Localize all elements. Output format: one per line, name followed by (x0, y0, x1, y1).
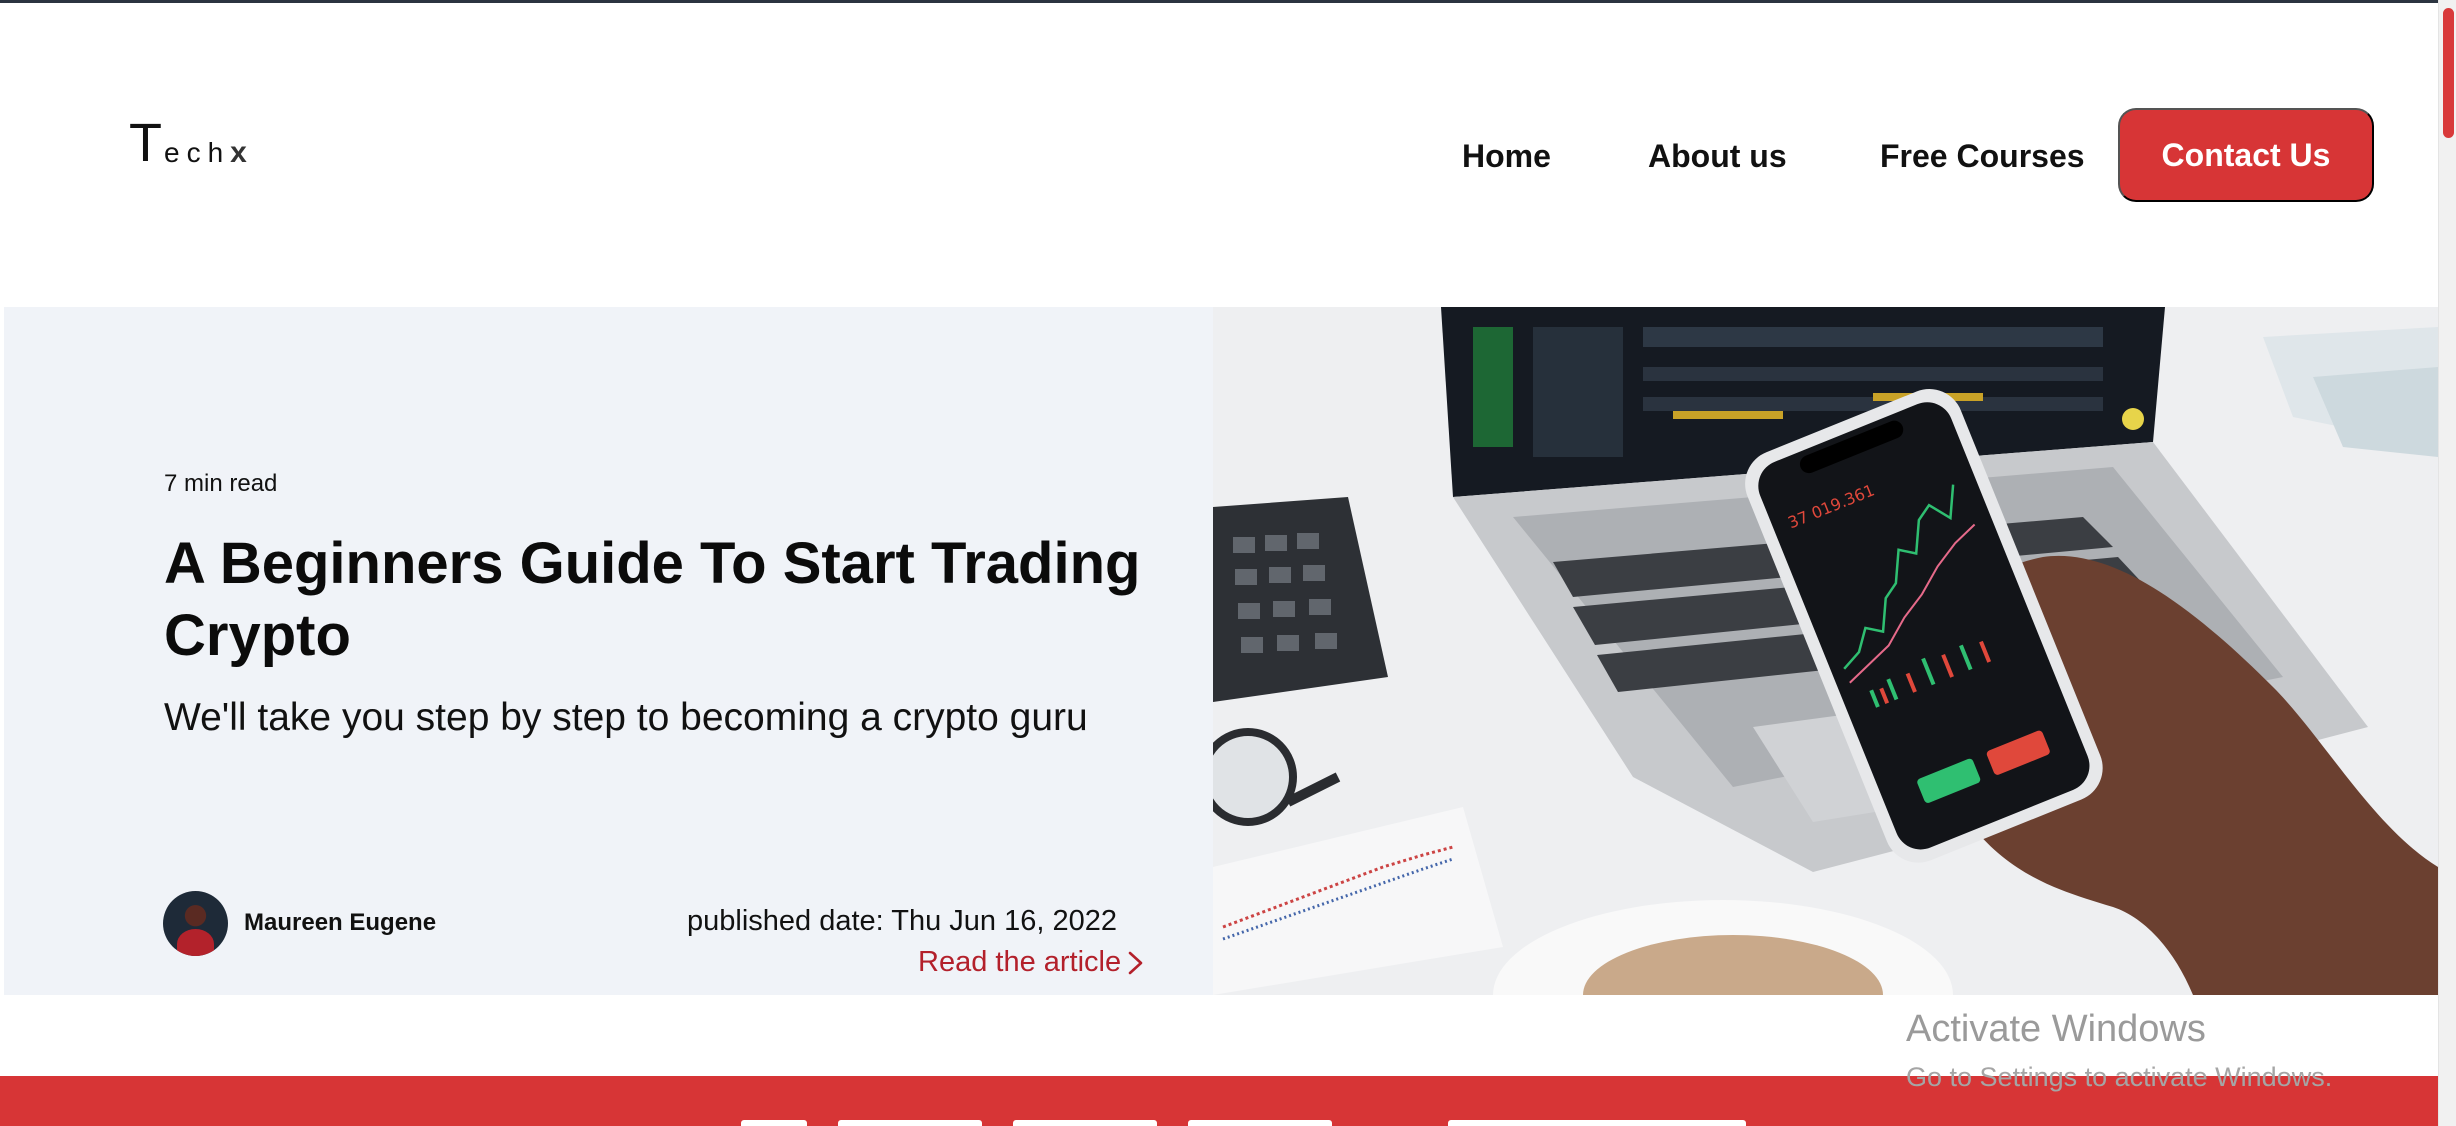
scrollbar-track[interactable] (2438, 0, 2456, 1126)
logo-initial: T (129, 113, 162, 173)
band-tab (1448, 1120, 1746, 1126)
read-article-label: Read the article (918, 946, 1122, 978)
scrollbar-thumb[interactable] (2443, 8, 2454, 138)
band-tab (1188, 1120, 1332, 1126)
contact-us-button[interactable]: Contact Us (2118, 108, 2374, 202)
nav-home[interactable]: Home (1462, 136, 1551, 176)
band-tab (741, 1120, 807, 1126)
activate-windows-title: Activate Windows (1906, 1008, 2206, 1050)
article-title: A Beginners Guide To Start Trading Crypt… (164, 531, 1141, 668)
author-name: Maureen Eugene (244, 909, 437, 936)
hero-image: 37 019.361 (1213, 307, 2438, 995)
author-avatar (163, 891, 228, 956)
top-border (0, 0, 2456, 3)
nav-about-us[interactable]: About us (1648, 136, 1787, 176)
band-tab (1013, 1120, 1157, 1126)
techx-logo[interactable]: T ech x (129, 110, 247, 170)
chevron-right-icon (1128, 951, 1143, 974)
nav-free-courses[interactable]: Free Courses (1880, 136, 2085, 176)
band-tab (838, 1120, 982, 1126)
article-subtitle: We'll take you step by step to becoming … (164, 696, 1088, 739)
crypto-trading-illustration: 37 019.361 (1213, 307, 2438, 995)
activate-windows-subtitle: Go to Settings to activate Windows. (1906, 1062, 2333, 1092)
logo-x: x (230, 136, 247, 169)
read-article-link[interactable]: Read the article (918, 946, 1145, 979)
published-date: published date: Thu Jun 16, 2022 (687, 905, 1117, 937)
read-time: 7 min read (164, 470, 278, 497)
logo-middle: ech (164, 137, 231, 168)
